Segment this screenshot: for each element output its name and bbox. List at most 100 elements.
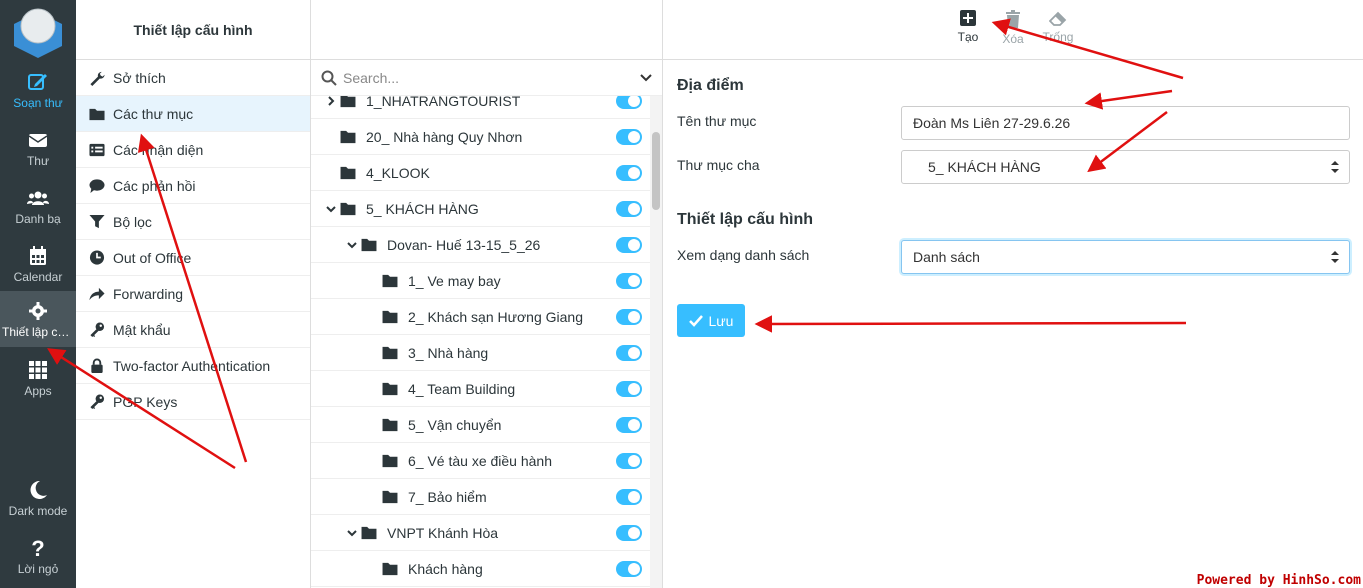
subscribe-toggle[interactable]	[616, 345, 642, 361]
settings-menu-item[interactable]: Sở thích	[76, 60, 310, 96]
subscribe-toggle[interactable]	[616, 165, 642, 181]
folder-row[interactable]: 3_ Nhà hàng	[311, 335, 651, 371]
search-icon	[321, 70, 337, 86]
folder-row[interactable]: Khách hàng	[311, 551, 651, 587]
rail-apps-button[interactable]: Apps	[0, 350, 76, 406]
folder-name: 6_ Vé tàu xe điều hành	[408, 452, 553, 469]
folder-name: 4_KLOOK	[366, 164, 430, 181]
folder-icon	[340, 166, 356, 179]
rail-contacts-button[interactable]: Danh bạ	[0, 178, 76, 234]
subscribe-toggle[interactable]	[616, 309, 642, 325]
folder-icon	[361, 526, 377, 539]
folder-icon	[340, 202, 356, 215]
settings-menu-item-label: Sở thích	[113, 69, 166, 86]
folder-row[interactable]: VNPT Khánh Hòa	[311, 515, 651, 551]
rail-settings-button[interactable]: Thiết lập cấu hình	[0, 291, 76, 347]
save-label: Lưu	[708, 312, 734, 329]
settings-menu-item-label: Các phản hồi	[113, 177, 196, 194]
folder-row[interactable]: 1_ Ve may bay	[311, 263, 651, 299]
folder-row[interactable]: 20_ Nhà hàng Quy Nhơn	[311, 119, 651, 155]
folder-row[interactable]: 7_ Bảo hiểm	[311, 479, 651, 515]
settings-menu-item[interactable]: Các phản hồi	[76, 168, 310, 204]
settings-menu-item[interactable]: Các thư mục	[76, 96, 310, 132]
scrollbar-thumb[interactable]	[652, 132, 660, 210]
folder-icon	[382, 562, 398, 575]
folder-row[interactable]: 2_ Khách sạn Hương Giang	[311, 299, 651, 335]
folder-name-label: Tên thư mục	[677, 113, 757, 129]
empty-folder-button[interactable]: Trống	[1036, 10, 1080, 44]
rail-settings-label: Thiết lập cấu hình	[2, 325, 76, 339]
folder-name: VNPT Khánh Hòa	[387, 524, 499, 541]
folder-name: 4_ Team Building	[408, 380, 516, 397]
folder-name: 3_ Nhà hàng	[408, 344, 489, 361]
parent-folder-value: 5_ KHÁCH HÀNG	[928, 159, 1041, 175]
folder-name-input[interactable]: Đoàn Ms Liên 27-29.6.26	[901, 106, 1350, 140]
settings-menu-item-label: Các thư mục	[113, 105, 194, 122]
settings-menu-item[interactable]: Bộ lọc	[76, 204, 310, 240]
parent-folder-select[interactable]: 5_ KHÁCH HÀNG	[901, 150, 1350, 184]
create-label: Tạo	[957, 30, 979, 44]
rail-dark-mode-button[interactable]: Dark mode	[0, 470, 76, 526]
folder-name: 1_ Ve may bay	[408, 272, 501, 289]
rail-apps-label: Apps	[24, 384, 52, 398]
subscribe-toggle[interactable]	[616, 525, 642, 541]
share-icon	[89, 287, 105, 300]
chevron-down-icon[interactable]	[640, 74, 652, 82]
settings-menu-item[interactable]: Forwarding	[76, 276, 310, 312]
folder-row[interactable]: 4_KLOOK	[311, 155, 651, 191]
settings-menu-item[interactable]: Các nhận diện	[76, 132, 310, 168]
folder-row[interactable]: 6_ Vé tàu xe điều hành	[311, 443, 651, 479]
folder-row[interactable]: 5_ KHÁCH HÀNG	[311, 191, 651, 227]
folder-name: 7_ Bảo hiểm	[408, 488, 487, 505]
folder-name: 20_ Nhà hàng Quy Nhơn	[366, 128, 523, 145]
folder-icon	[89, 108, 105, 120]
folder-icon	[382, 490, 398, 503]
settings-menu-item[interactable]: Mật khẩu	[76, 312, 310, 348]
settings-menu-item[interactable]: Two-factor Authentication	[76, 348, 310, 384]
folder-edit-panel: Tạo Xóa Trống Địa điểm Tên thư mục Đoàn …	[663, 0, 1363, 588]
gear-icon	[29, 302, 47, 320]
subscribe-toggle[interactable]	[616, 273, 642, 289]
folder-row[interactable]: 4_ Team Building	[311, 371, 651, 407]
subscribe-toggle[interactable]	[616, 489, 642, 505]
subscribe-toggle[interactable]	[616, 381, 642, 397]
chevron-right-icon[interactable]	[325, 95, 337, 107]
chevron-down-icon[interactable]	[346, 239, 358, 251]
settings-menu-item-label: Two-factor Authentication	[113, 357, 271, 374]
id-card-icon	[89, 143, 105, 156]
save-button[interactable]: Lưu	[677, 304, 745, 337]
app-rail: Soạn thư Thư Danh bạ Calendar Thiết lập …	[0, 0, 76, 588]
key-icon	[90, 321, 105, 337]
folder-name: 5_ Vận chuyển	[408, 416, 502, 433]
trash-icon	[1006, 10, 1020, 28]
moon-icon	[30, 480, 47, 499]
folder-row[interactable]: 5_ Vận chuyển	[311, 407, 651, 443]
chevron-down-icon[interactable]	[346, 527, 358, 539]
filter-icon	[89, 214, 105, 228]
subscribe-toggle[interactable]	[616, 201, 642, 217]
subscribe-toggle[interactable]	[616, 417, 642, 433]
lock-icon	[91, 358, 103, 373]
delete-folder-button[interactable]: Xóa	[991, 10, 1035, 46]
parent-folder-label: Thư mục cha	[677, 157, 760, 173]
check-icon	[688, 314, 703, 327]
settings-menu-item[interactable]: Out of Office	[76, 240, 310, 276]
rail-compose-button[interactable]: Soạn thư	[0, 62, 76, 118]
chevron-down-icon[interactable]	[325, 203, 337, 215]
subscribe-toggle[interactable]	[616, 453, 642, 469]
create-folder-button[interactable]: Tạo	[946, 10, 990, 44]
rail-mail-button[interactable]: Thư	[0, 120, 76, 176]
list-view-select[interactable]: Danh sách	[901, 240, 1350, 274]
subscribe-toggle[interactable]	[616, 561, 642, 577]
rail-help-button[interactable]: ? Lời ngỏ	[0, 528, 76, 584]
folder-search-input[interactable]	[343, 69, 613, 86]
folder-name: 5_ KHÁCH HÀNG	[366, 200, 479, 217]
rail-calendar-label: Calendar	[13, 270, 63, 284]
subscribe-toggle[interactable]	[616, 129, 642, 145]
folder-list-scrollbar[interactable]	[650, 96, 662, 588]
folder-row[interactable]: Dovan- Huế 13-15_5_26	[311, 227, 651, 263]
subscribe-toggle[interactable]	[616, 237, 642, 253]
rail-calendar-button[interactable]: Calendar	[0, 236, 76, 292]
settings-menu-item[interactable]: PGP Keys	[76, 384, 310, 420]
folder-tree: 1_NHATRANGTOURIST 20_ Nhà hàng Quy Nhơn 4_…	[311, 83, 651, 587]
